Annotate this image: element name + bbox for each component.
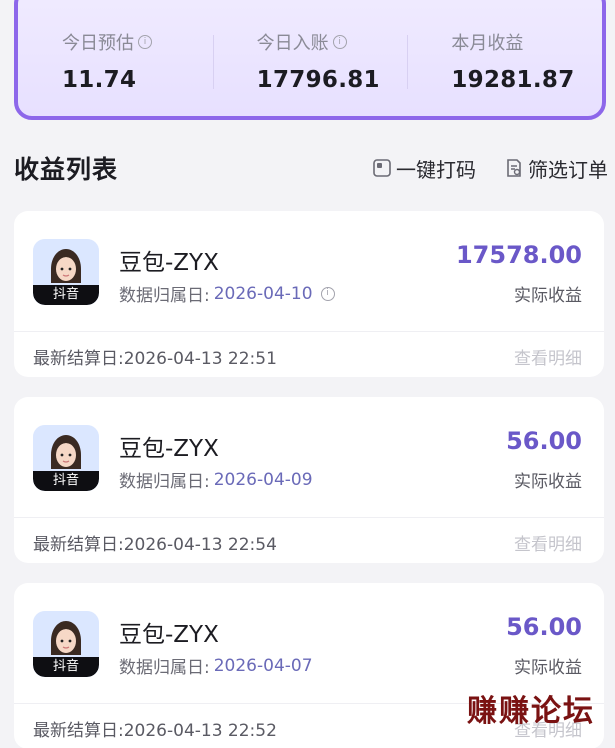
stat-label: 今日入账 <box>256 33 329 54</box>
attribution-date: 2026-04-10 <box>213 283 313 304</box>
stat-value: 19281.87 <box>451 67 575 93</box>
stat-value: 11.74 <box>62 67 137 93</box>
actual-earnings-amount: 17578.00 <box>455 241 582 269</box>
stat-label: 今日预估 <box>62 33 134 54</box>
settlement-date: 最新结算日:2026-04-13 22:52 <box>33 721 277 741</box>
avatar: 抖音 <box>33 611 99 677</box>
stat-month-earnings: 本月收益 19281.87 <box>407 29 602 99</box>
attribution-date: 2026-04-07 <box>213 655 313 676</box>
stat-value: 17796.81 <box>256 67 380 93</box>
filter-doc-icon <box>507 159 521 177</box>
info-icon[interactable]: i <box>320 286 335 301</box>
stats-summary-card: 今日预估 i 11.74 今日入账 i 17796.81 本月收益 19281.… <box>14 0 606 120</box>
date-label: 数据归属日: <box>119 658 210 678</box>
section-title: 收益列表 <box>14 155 119 184</box>
earnings-card[interactable]: 抖音 豆包-ZYX 数据归属日: 2026-04-10 i 17578.00 实… <box>14 211 604 377</box>
attribution-date: 2026-04-09 <box>213 469 313 490</box>
earnings-list-header: 收益列表 一键打码 筛选订单 <box>14 150 608 186</box>
date-label: 数据归属日: <box>119 286 210 306</box>
filter-orders-label: 筛选订单 <box>528 157 608 182</box>
view-details-link[interactable]: 查看明细 <box>514 344 582 369</box>
info-icon[interactable]: i <box>138 35 152 49</box>
actual-earnings-label: 实际收益 <box>514 472 582 492</box>
platform-badge: 抖音 <box>33 471 99 491</box>
stat-today-estimate: 今日预估 i 11.74 <box>18 29 213 99</box>
account-name: 豆包-ZYX <box>119 622 219 648</box>
mask-code-button[interactable]: 一键打码 <box>372 154 476 183</box>
account-name: 豆包-ZYX <box>119 436 219 462</box>
settlement-date: 最新结算日:2026-04-13 22:51 <box>33 349 277 369</box>
info-icon[interactable]: i <box>332 35 347 49</box>
actual-earnings-amount: 56.00 <box>506 613 582 641</box>
avatar: 抖音 <box>33 425 99 491</box>
settlement-date: 最新结算日:2026-04-13 22:54 <box>33 535 277 555</box>
avatar: 抖音 <box>33 239 99 305</box>
platform-badge: 抖音 <box>33 285 99 305</box>
dice-icon <box>373 159 391 177</box>
filter-orders-button[interactable]: 筛选订单 <box>504 154 608 183</box>
earnings-card[interactable]: 抖音 豆包-ZYX 数据归属日: 2026-04-09 56.00 实际收益 最… <box>14 397 604 563</box>
actual-earnings-amount: 56.00 <box>506 427 582 455</box>
account-name: 豆包-ZYX <box>119 250 219 276</box>
platform-badge: 抖音 <box>33 657 99 677</box>
stat-today-credited: 今日入账 i 17796.81 <box>212 29 408 99</box>
mask-code-label: 一键打码 <box>396 157 476 182</box>
date-label: 数据归属日: <box>119 472 210 492</box>
actual-earnings-label: 实际收益 <box>514 658 582 678</box>
stat-label: 本月收益 <box>451 33 524 54</box>
forum-watermark: 赚赚论坛 <box>467 694 595 729</box>
actual-earnings-label: 实际收益 <box>514 286 582 306</box>
view-details-link[interactable]: 查看明细 <box>514 530 582 555</box>
